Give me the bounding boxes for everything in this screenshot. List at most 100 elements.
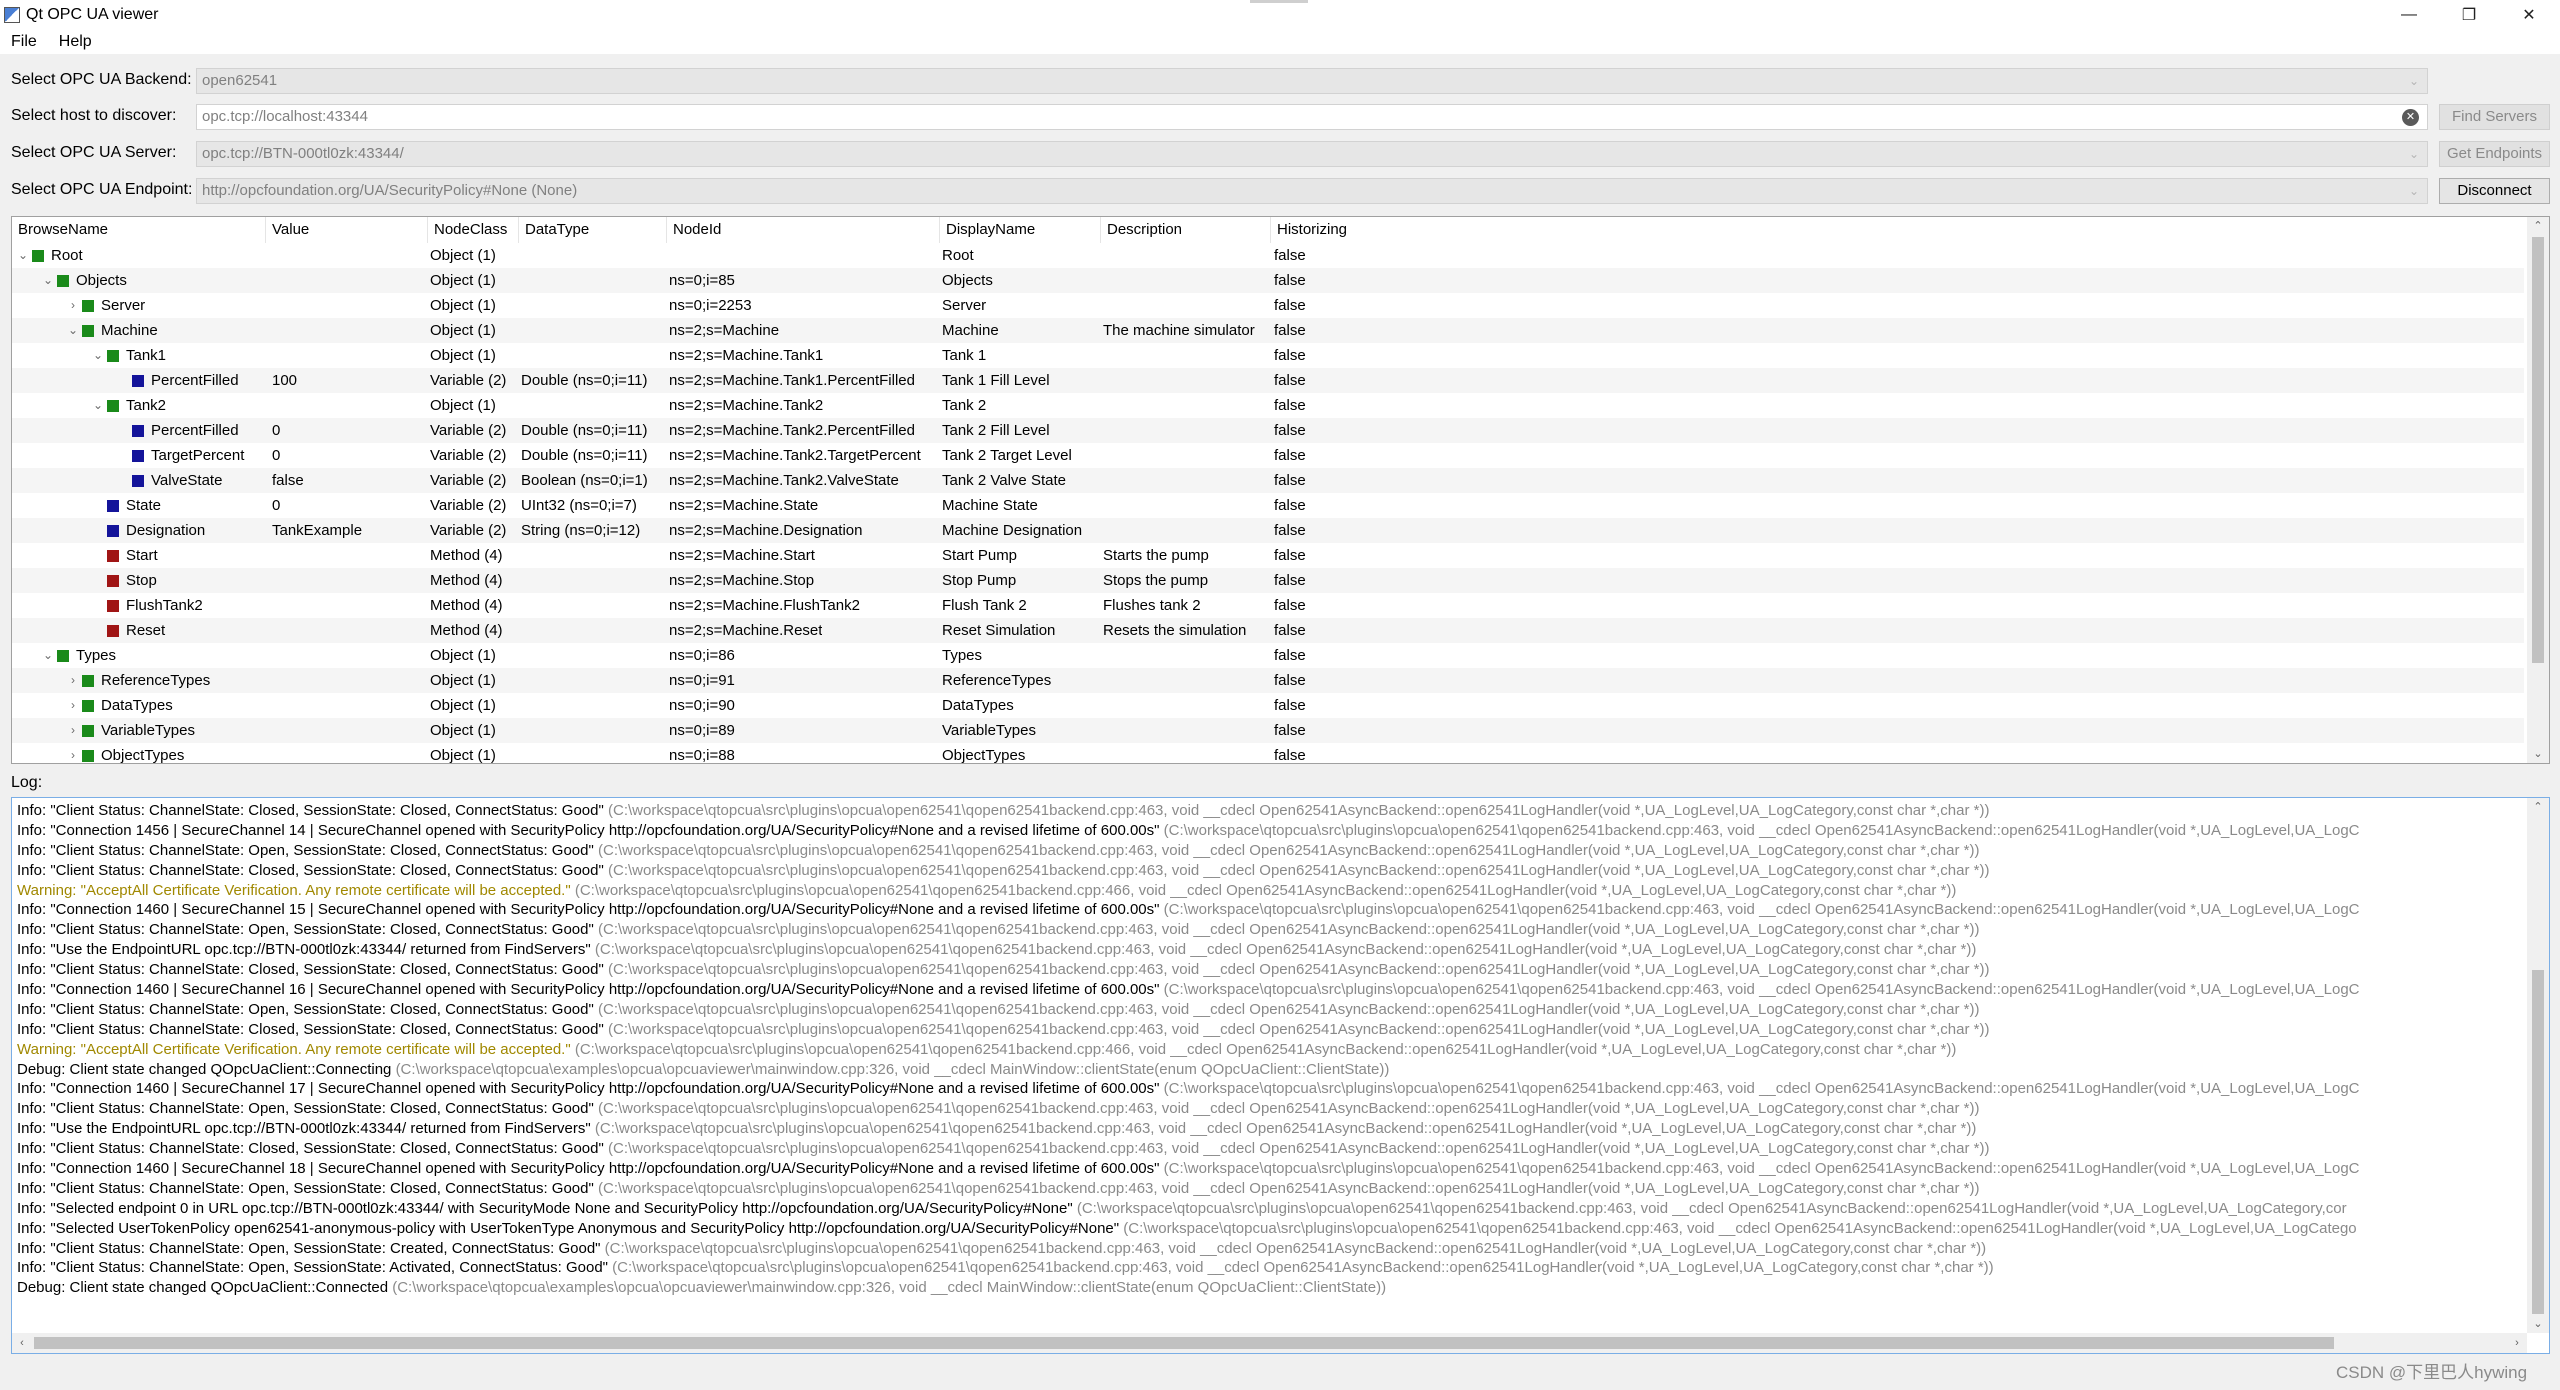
tree-row[interactable]: TargetPercent 0 Variable (2) Double (ns=0;i…	[12, 443, 2524, 468]
column-header-displayname[interactable]: DisplayName	[940, 217, 1101, 243]
backend-select-value: open62541	[202, 72, 278, 89]
get-endpoints-button[interactable]: Get Endpoints	[2439, 141, 2550, 167]
tree-row[interactable]: ⌄ Objects Object (1) ns=0;i=85 Objects false	[12, 268, 2524, 293]
chevron-right-icon[interactable]: ›	[66, 668, 80, 693]
scrollbar-thumb[interactable]	[2532, 970, 2544, 1314]
tree-row[interactable]: PercentFilled 0 Variable (2) Double (ns=0;i…	[12, 418, 2524, 443]
tree-row[interactable]: › Server Object (1) ns=0;i=2253 Server false	[12, 293, 2524, 318]
tree-row[interactable]: ⌄ Types Object (1) ns=0;i=86 Types false	[12, 643, 2524, 668]
menu-help[interactable]: Help	[48, 33, 103, 51]
maximize-button[interactable]: ❐	[2440, 0, 2498, 30]
tree-row[interactable]: Designation TankExample Variable (2) String…	[12, 518, 2524, 543]
scroll-right-icon[interactable]: ›	[2507, 1333, 2527, 1353]
tree-row[interactable]: ⌄ Tank1 Object (1) ns=2;s=Machine.Tank1 Tank…	[12, 343, 2524, 368]
log-line: Warning: "AcceptAll Certificate Verifica…	[17, 1040, 2522, 1060]
clear-icon[interactable]: ✕	[2402, 109, 2419, 126]
tree-row[interactable]: Stop Method (4) ns=2;s=Machine.Stop Stop Pu…	[12, 568, 2524, 593]
tree-row[interactable]: › ReferenceTypes Object (1) ns=0;i=91 Refere…	[12, 668, 2524, 693]
chevron-right-icon[interactable]: ›	[66, 743, 80, 763]
minimize-button[interactable]: —	[2380, 0, 2438, 30]
tree-row[interactable]: › VariableTypes Object (1) ns=0;i=89 Variabl…	[12, 718, 2524, 743]
tree-row[interactable]: ⌄ Root Object (1) Root false	[12, 243, 2524, 268]
tree-row[interactable]: ⌄ Machine Object (1) ns=2;s=Machine Machine T…	[12, 318, 2524, 343]
chevron-right-icon[interactable]: ›	[66, 293, 80, 318]
scroll-up-icon[interactable]: ⌃	[2527, 798, 2549, 816]
cell-datatype: UInt32 (ns=0;i=7)	[521, 497, 637, 514]
node-tree-view[interactable]: BrowseName Value NodeClass DataType Node…	[11, 216, 2550, 764]
find-servers-button[interactable]: Find Servers	[2439, 104, 2550, 130]
host-input[interactable]: opc.tcp://localhost:43344 ✕	[196, 104, 2428, 130]
backend-select[interactable]: open62541 ⌄	[196, 68, 2428, 94]
tree-vertical-scrollbar[interactable]: ⌃ ⌄	[2527, 217, 2549, 763]
disconnect-button[interactable]: Disconnect	[2439, 178, 2550, 204]
column-header-nodeclass[interactable]: NodeClass	[428, 217, 519, 243]
log-line: Info: "Client Status: ChannelState: Clos…	[17, 1020, 2522, 1040]
chevron-right-icon[interactable]: ›	[66, 718, 80, 743]
log-source-location: (C:\workspace\qtopcua\src\plugins\opcua\…	[594, 941, 1977, 959]
chevron-right-icon[interactable]: ›	[66, 693, 80, 718]
log-horizontal-scrollbar[interactable]: ‹ ›	[12, 1333, 2527, 1353]
tree-row[interactable]: Reset Method (4) ns=2;s=Machine.Reset Reset…	[12, 618, 2524, 643]
tree-row[interactable]: Start Method (4) ns=2;s=Machine.Start Start…	[12, 543, 2524, 568]
log-text-area[interactable]: Info: "Client Status: ChannelState: Clos…	[11, 797, 2550, 1354]
chevron-down-icon[interactable]: ⌄	[41, 268, 55, 293]
tree-row[interactable]: ⌄ Tank2 Object (1) ns=2;s=Machine.Tank2 Tank…	[12, 393, 2524, 418]
close-button[interactable]: ✕	[2500, 0, 2558, 30]
browsename-text: TargetPercent	[151, 447, 245, 464]
column-header-browsename[interactable]: BrowseName	[12, 217, 266, 243]
tree-row[interactable]: › ObjectTypes Object (1) ns=0;i=88 ObjectTyp…	[12, 743, 2524, 764]
snap-handle[interactable]	[1250, 0, 1308, 3]
tree-row[interactable]: FlushTank2 Method (4) ns=2;s=Machine.Flush…	[12, 593, 2524, 618]
column-header-nodeid[interactable]: NodeId	[667, 217, 940, 243]
menu-file[interactable]: File	[0, 33, 48, 51]
cell-nodeclass: Object (1)	[430, 297, 496, 314]
cell-browsename: ⌄ Root	[16, 243, 266, 268]
scroll-down-icon[interactable]: ⌄	[2527, 1315, 2549, 1333]
tree-row[interactable]: PercentFilled 100 Variable (2) Double (ns=0…	[12, 368, 2524, 393]
cell-browsename: Designation	[91, 518, 266, 543]
browsename-text: State	[126, 497, 162, 514]
log-line: Info: "Client Status: ChannelState: Open…	[17, 920, 2522, 940]
log-vertical-scrollbar[interactable]: ⌃ ⌄	[2527, 798, 2549, 1333]
chevron-down-icon[interactable]: ⌄	[91, 393, 105, 418]
scrollbar-thumb[interactable]	[2532, 237, 2544, 663]
log-line: Debug: Client state changed QOpcUaClient…	[17, 1278, 2522, 1298]
cell-nodeid: ns=2;s=Machine.Tank2.TargetPercent	[669, 447, 921, 464]
log-source-location: (C:\workspace\qtopcua\src\plugins\opcua\…	[594, 1120, 1977, 1138]
cell-historizing: false	[1274, 747, 1306, 764]
chevron-down-icon[interactable]: ⌄	[66, 318, 80, 343]
chevron-down-icon[interactable]: ⌄	[16, 243, 30, 268]
log-source-location: (C:\workspace\qtopcua\src\plugins\opcua\…	[608, 1140, 1990, 1158]
cell-displayname: Stop Pump	[942, 572, 1017, 589]
log-label: Log:	[11, 774, 43, 791]
cell-displayname: Machine State	[942, 497, 1038, 514]
cell-nodeclass: Object (1)	[430, 672, 496, 689]
cell-nodeid: ns=0;i=86	[669, 647, 735, 664]
column-header-datatype[interactable]: DataType	[519, 217, 667, 243]
scrollbar-thumb[interactable]	[34, 1337, 2334, 1349]
variable-node-icon	[132, 474, 144, 487]
cell-historizing: false	[1274, 697, 1306, 714]
server-select[interactable]: opc.tcp://BTN-000tl0zk:43344/ ⌄	[196, 141, 2428, 167]
endpoint-select[interactable]: http://opcfoundation.org/UA/SecurityPoli…	[196, 178, 2428, 204]
column-header-value[interactable]: Value	[266, 217, 428, 243]
tree-row[interactable]: State 0 Variable (2) UInt32 (ns=0;i=7) ns=2;…	[12, 493, 2524, 518]
scroll-down-icon[interactable]: ⌄	[2527, 745, 2549, 763]
tree-row[interactable]: ValveState false Variable (2) Boolean (ns=0…	[12, 468, 2524, 493]
scroll-up-icon[interactable]: ⌃	[2527, 217, 2549, 235]
cell-nodeid: ns=2;s=Machine.Designation	[669, 522, 863, 539]
cell-browsename: ⌄ Tank2	[91, 393, 266, 418]
scroll-left-icon[interactable]: ‹	[12, 1333, 32, 1353]
chevron-down-icon[interactable]: ⌄	[41, 643, 55, 668]
log-message: Info: "Client Status: ChannelState: Open…	[17, 1179, 594, 1197]
column-header-description[interactable]: Description	[1101, 217, 1271, 243]
cell-datatype: Double (ns=0;i=11)	[521, 447, 648, 464]
chevron-down-icon[interactable]: ⌄	[91, 343, 105, 368]
object-node-icon	[82, 699, 94, 712]
column-header-historizing[interactable]: Historizing	[1271, 217, 1381, 243]
tree-row[interactable]: › DataTypes Object (1) ns=0;i=90 DataTypes fa…	[12, 693, 2524, 718]
cell-nodeid: ns=2;s=Machine.Tank1	[669, 347, 824, 364]
backend-label: Select OPC UA Backend:	[11, 71, 192, 88]
cell-nodeclass: Variable (2)	[430, 472, 507, 489]
log-line: Info: "Use the EndpointURL opc.tcp://BTN…	[17, 940, 2522, 960]
